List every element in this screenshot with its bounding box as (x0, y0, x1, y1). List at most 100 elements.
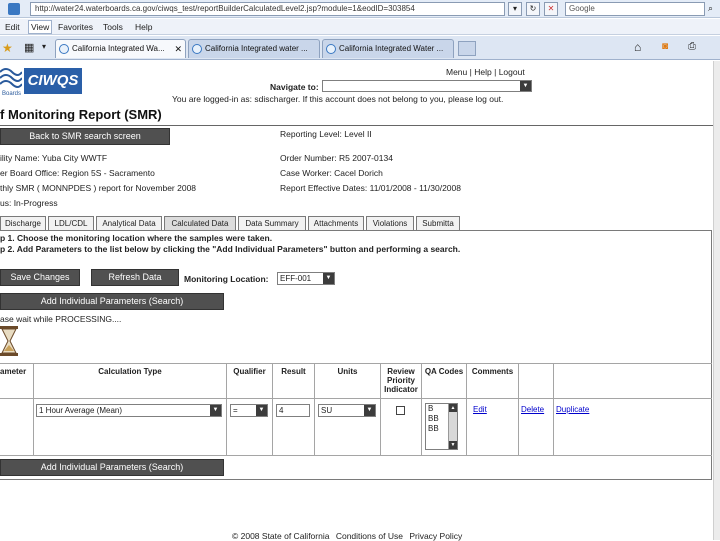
favorites-star-icon[interactable]: ★ (2, 41, 13, 55)
logged-in-message: You are logged-in as: sdischarger. If th… (172, 94, 504, 104)
stop-icon[interactable]: ✕ (544, 2, 558, 16)
chevron-down-icon: ▼ (364, 405, 375, 416)
facility-name: ility Name: Yuba City WWTF (0, 153, 108, 163)
instruction-step-2: p 2. Add Parameters to the list below by… (0, 244, 461, 254)
scroll-up-icon[interactable]: ▲ (449, 404, 457, 412)
search-input[interactable]: Google (565, 2, 705, 16)
menu-favorites[interactable]: Favorites (58, 21, 93, 33)
units-select[interactable]: SU ▼ (318, 404, 376, 417)
ie-icon (59, 44, 69, 54)
tab-list-icon[interactable]: ▾ (42, 42, 46, 51)
tab-ldl-cdl[interactable]: LDL/CDL (48, 216, 94, 230)
browser-tab-3[interactable]: California Integrated Water ... (322, 39, 454, 58)
refresh-data-button[interactable]: Refresh Data (91, 269, 179, 286)
refresh-icon[interactable]: ↻ (526, 2, 540, 16)
navigate-label: Navigate to: (270, 82, 319, 92)
logout-link[interactable]: Logout (499, 67, 525, 77)
units-value: SU (321, 406, 333, 415)
tab-calculated-data[interactable]: Calculated Data (164, 216, 236, 230)
table-top-rule (0, 363, 712, 364)
effective-dates: Report Effective Dates: 11/01/2008 - 11/… (280, 183, 461, 193)
board-office: er Board Office: Region 5S - Sacramento (0, 168, 155, 178)
chevron-down-icon: ▼ (323, 273, 334, 284)
delete-link[interactable]: Delete (521, 405, 544, 414)
menu-tools[interactable]: Tools (103, 21, 123, 33)
url-field[interactable]: http://water24.waterboards.ca.gov/ciwqs_… (30, 2, 505, 16)
reporting-level: Reporting Level: Level II (280, 129, 372, 139)
qa-codes-listbox[interactable]: B BB BB ▲ ▼ (425, 403, 458, 450)
scroll-down-icon[interactable]: ▼ (449, 441, 457, 449)
feeds-icon[interactable]: ◙ (662, 41, 668, 52)
browser-tab-label: California Integrated Water ... (339, 44, 444, 53)
print-icon[interactable]: ⎙ (688, 41, 696, 52)
header-comments: Comments (471, 367, 514, 376)
menu-help[interactable]: Help (135, 21, 152, 33)
dropdown-icon[interactable]: ▾ (508, 2, 522, 16)
header-review-priority: Review Priority Indicator (384, 367, 418, 394)
logo-wordmark: CIWQS (24, 68, 82, 94)
tab-submittal[interactable]: Submitta (416, 216, 460, 230)
case-worker: Case Worker: Cacel Dorich (280, 168, 383, 178)
monitoring-location-label: Monitoring Location: (184, 274, 269, 284)
chevron-down-icon: ▼ (256, 405, 267, 416)
tab-attachments[interactable]: Attachments (308, 216, 364, 230)
tab-discharge[interactable]: Discharge (0, 216, 46, 230)
top-links: Menu | Help | Logout (446, 67, 525, 77)
report-status: us: In-Progress (0, 198, 58, 208)
tab-violations[interactable]: Violations (366, 216, 414, 230)
page-scrollbar[interactable] (713, 61, 720, 540)
tab-data-summary[interactable]: Data Summary (238, 216, 306, 230)
seal-logo (0, 64, 23, 92)
close-icon[interactable]: ✕ (174, 40, 182, 58)
listbox-scrollbar[interactable]: ▲ ▼ (448, 404, 457, 449)
back-to-search-button[interactable]: Back to SMR search screen (0, 128, 170, 145)
header-calculation-type: Calculation Type (98, 367, 162, 376)
ciwqs-logo: Boards CIWQS (0, 64, 84, 98)
header-parameter: ameter (0, 367, 27, 376)
address-bar-row: http://water24.waterboards.ca.gov/ciwqs_… (0, 0, 720, 18)
order-number: Order Number: R5 2007-0134 (280, 153, 393, 163)
menu-link[interactable]: Menu (446, 67, 467, 77)
quick-tabs-icon[interactable]: ▦ (24, 41, 34, 54)
new-tab-button[interactable] (458, 41, 476, 56)
chevron-down-icon: ▼ (210, 405, 221, 416)
qualifier-select[interactable]: = ▼ (230, 404, 268, 417)
review-priority-checkbox[interactable] (396, 406, 405, 415)
search-icon[interactable]: ⌕ (708, 3, 713, 14)
navigate-select[interactable]: ▼ (322, 80, 532, 92)
monitoring-location-value: EFF-001 (280, 274, 312, 283)
separator: | (469, 67, 472, 77)
browser-tab-label: California Integrated Wa... (72, 44, 165, 53)
chevron-down-icon: ▼ (520, 81, 531, 91)
calculation-type-select[interactable]: 1 Hour Average (Mean) ▼ (36, 404, 222, 417)
monitoring-location-select[interactable]: EFF-001 ▼ (277, 272, 335, 285)
result-input[interactable]: 4 (276, 404, 310, 417)
home-icon[interactable]: ⌂ (634, 40, 641, 54)
browser-tab-1[interactable]: California Integrated Wa... ✕ (55, 39, 186, 58)
add-parameters-bottom-button[interactable]: Add Individual Parameters (Search) (0, 459, 224, 476)
help-link[interactable]: Help (474, 67, 491, 77)
separator: | (494, 67, 497, 77)
menu-view[interactable]: View (28, 20, 53, 34)
menu-edit[interactable]: Edit (5, 21, 20, 33)
table-bottom-rule (0, 455, 712, 456)
page-title: f Monitoring Report (SMR) (0, 107, 162, 122)
ie-icon (326, 44, 336, 54)
add-parameters-button[interactable]: Add Individual Parameters (Search) (0, 293, 224, 310)
page-icon (8, 3, 20, 15)
header-qa-codes: QA Codes (424, 367, 464, 376)
ie-icon (192, 44, 202, 54)
hourglass-icon (0, 326, 18, 356)
header-units: Units (337, 367, 358, 376)
browser-tab-label: California Integrated water ... (205, 44, 308, 53)
smr-description: thly SMR ( MONNPDES ) report for Novembe… (0, 183, 197, 193)
instruction-step-1: p 1. Choose the monitoring location wher… (0, 233, 273, 243)
header-qualifier: Qualifier (233, 367, 266, 376)
qualifier-value: = (233, 406, 238, 415)
browser-tab-2[interactable]: California Integrated water ... (188, 39, 320, 58)
duplicate-link[interactable]: Duplicate (556, 405, 589, 414)
tab-analytical-data[interactable]: Analytical Data (96, 216, 162, 230)
processing-message: ase wait while PROCESSING.... (0, 314, 122, 324)
save-changes-button[interactable]: Save Changes (0, 269, 80, 286)
edit-link[interactable]: Edit (473, 405, 487, 414)
